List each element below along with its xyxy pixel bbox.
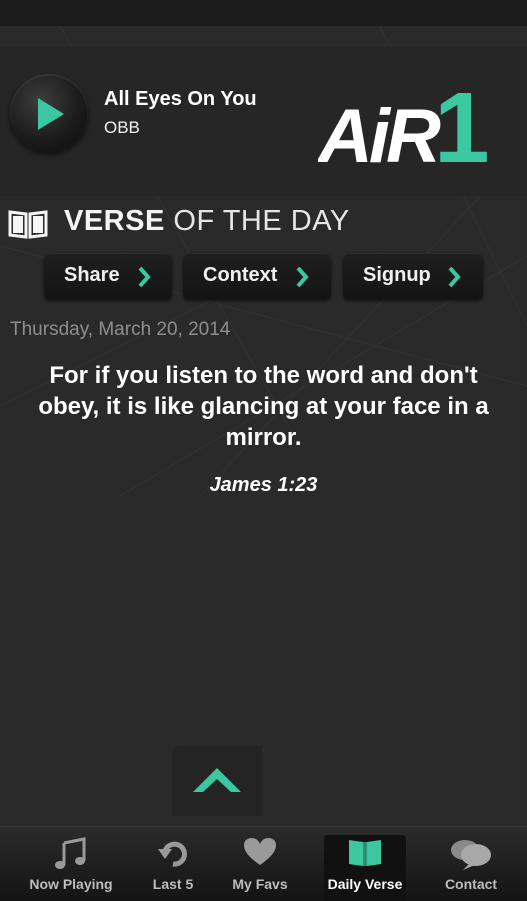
verse-actions: Share Context Signup	[44, 253, 484, 301]
track-title: All Eyes On You	[104, 88, 257, 110]
chevron-right-icon	[296, 266, 309, 288]
tab-now-playing[interactable]: Now Playing	[20, 827, 122, 901]
heart-icon	[244, 838, 276, 865]
play-button[interactable]	[10, 74, 88, 152]
history-arrow-icon	[158, 841, 187, 867]
tab-daily-verse[interactable]: Daily Verse	[324, 835, 406, 901]
signup-button[interactable]: Signup	[343, 253, 483, 299]
verse-of-the-day-header: VERSE OF THE DAY	[8, 205, 368, 241]
chevron-up-icon	[193, 768, 241, 792]
tab-contact[interactable]: Contact	[430, 827, 512, 901]
context-button[interactable]: Context	[183, 253, 331, 299]
now-playing-bar: All Eyes On You OBB AiR 1	[0, 46, 527, 196]
tab-label: Contact	[444, 876, 498, 892]
status-bar	[0, 0, 527, 26]
bottom-tab-bar: Now Playing Last 5 My Favs Daily Verse C…	[0, 826, 527, 901]
tab-last-5[interactable]: Last 5	[132, 827, 214, 901]
verse-date: Thursday, March 20, 2014	[10, 319, 231, 340]
music-note-icon	[55, 837, 86, 869]
tab-my-favs[interactable]: My Favs	[222, 827, 298, 901]
tab-label: My Favs	[232, 876, 288, 892]
book-icon	[349, 840, 381, 866]
svg-text:AiR: AiR	[318, 94, 441, 168]
header-title-bold: VERSE	[64, 205, 165, 237]
share-button[interactable]: Share	[44, 253, 172, 299]
air1-logo: AiR 1	[318, 76, 490, 168]
open-book-icon	[8, 210, 48, 239]
header-title-light: OF THE DAY	[173, 205, 350, 237]
speech-bubbles-icon	[451, 840, 491, 870]
svg-text:1: 1	[434, 76, 490, 168]
share-label: Share	[64, 264, 120, 286]
verse-reference: James 1:23	[209, 474, 318, 496]
play-icon	[38, 98, 64, 130]
scroll-up-button[interactable]	[172, 746, 262, 816]
context-label: Context	[203, 264, 278, 286]
tab-label: Daily Verse	[327, 876, 403, 892]
tab-label: Now Playing	[29, 876, 113, 892]
verse-text: For if you listen to the word and don't …	[38, 362, 489, 451]
track-artist: OBB	[104, 118, 140, 137]
chevron-right-icon	[448, 266, 461, 288]
signup-label: Signup	[363, 264, 431, 286]
tab-label: Last 5	[152, 876, 194, 892]
chevron-right-icon	[138, 266, 151, 288]
